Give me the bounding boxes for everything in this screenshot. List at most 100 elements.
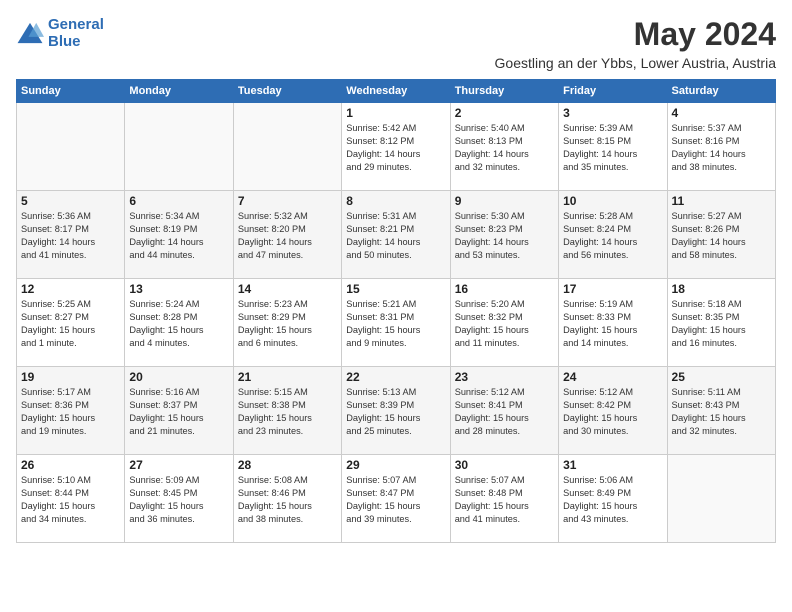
calendar-week-5: 26 Sunrise: 5:10 AM Sunset: 8:44 PM Dayli… (17, 455, 776, 543)
day-number: 2 (455, 106, 554, 120)
day-number: 13 (129, 282, 228, 296)
day-number: 14 (238, 282, 337, 296)
day-info: Sunrise: 5:37 AM Sunset: 8:16 PM Dayligh… (672, 122, 771, 174)
calendar-cell: 20Sunrise: 5:16 AM Sunset: 8:37 PM Dayli… (125, 367, 233, 455)
day-number: 29 (346, 458, 445, 472)
calendar-cell (233, 103, 341, 191)
day-info: Sunrise: 5:09 AM Sunset: 8:45 PM Dayligh… (129, 474, 228, 526)
calendar-cell: 25 Sunrise: 5:11 AM Sunset: 8:43 PM Dayli… (667, 367, 775, 455)
day-info: Sunrise: 5:42 AM Sunset: 8:12 PM Dayligh… (346, 122, 445, 174)
day-info: Sunrise: 5:20 AM Sunset: 8:32 PM Dayligh… (455, 298, 554, 350)
day-info: Sunrise: 5:06 AM Sunset: 8:49 PM Dayligh… (563, 474, 662, 526)
location-title: Goestling an der Ybbs, Lower Austria, Au… (495, 55, 776, 71)
day-number: 21 (238, 370, 337, 384)
calendar-cell: 8Sunrise: 5:31 AM Sunset: 8:21 PM Daylig… (342, 191, 450, 279)
calendar-cell: 11Sunrise: 5:27 AM Sunset: 8:26 PM Dayli… (667, 191, 775, 279)
day-info: Sunrise: 5:24 AM Sunset: 8:28 PM Dayligh… (129, 298, 228, 350)
day-number: 4 (672, 106, 771, 120)
calendar-cell: 28 Sunrise: 5:08 AM Sunset: 8:46 PM Dayli… (233, 455, 341, 543)
calendar-cell: 3Sunrise: 5:39 AM Sunset: 8:15 PM Daylig… (559, 103, 667, 191)
day-info: Sunrise: 5:19 AM Sunset: 8:33 PM Dayligh… (563, 298, 662, 350)
day-info: Sunrise: 5:10 AM Sunset: 8:44 PM Dayligh… (21, 474, 120, 526)
calendar-cell (667, 455, 775, 543)
col-wednesday: Wednesday (342, 80, 450, 103)
day-info: Sunrise: 5:36 AM Sunset: 8:17 PM Dayligh… (21, 210, 120, 262)
day-info: Sunrise: 5:28 AM Sunset: 8:24 PM Dayligh… (563, 210, 662, 262)
col-sunday: Sunday (17, 80, 125, 103)
calendar-cell: 5 Sunrise: 5:36 AM Sunset: 8:17 PM Daylig… (17, 191, 125, 279)
calendar-cell: 12 Sunrise: 5:25 AM Sunset: 8:27 PM Dayli… (17, 279, 125, 367)
day-number: 26 (21, 458, 120, 472)
day-info: Sunrise: 5:32 AM Sunset: 8:20 PM Dayligh… (238, 210, 337, 262)
day-number: 30 (455, 458, 554, 472)
calendar-cell: 23 Sunrise: 5:12 AM Sunset: 8:41 PM Dayli… (450, 367, 558, 455)
calendar-cell: 24 Sunrise: 5:12 AM Sunset: 8:42 PM Dayli… (559, 367, 667, 455)
calendar-cell: 1 Sunrise: 5:42 AM Sunset: 8:12 PM Daylig… (342, 103, 450, 191)
calendar-week-2: 5 Sunrise: 5:36 AM Sunset: 8:17 PM Daylig… (17, 191, 776, 279)
day-info: Sunrise: 5:17 AM Sunset: 8:36 PM Dayligh… (21, 386, 120, 438)
day-info: Sunrise: 5:13 AM Sunset: 8:39 PM Dayligh… (346, 386, 445, 438)
calendar-cell: 15Sunrise: 5:21 AM Sunset: 8:31 PM Dayli… (342, 279, 450, 367)
day-number: 9 (455, 194, 554, 208)
calendar-cell (17, 103, 125, 191)
calendar-header: Sunday Monday Tuesday Wednesday Thursday… (17, 80, 776, 103)
day-number: 22 (346, 370, 445, 384)
calendar-cell: 19 Sunrise: 5:17 AM Sunset: 8:36 PM Dayli… (17, 367, 125, 455)
calendar-cell: 30Sunrise: 5:07 AM Sunset: 8:48 PM Dayli… (450, 455, 558, 543)
calendar-table: Sunday Monday Tuesday Wednesday Thursday… (16, 79, 776, 543)
day-number: 31 (563, 458, 662, 472)
day-number: 17 (563, 282, 662, 296)
calendar-cell: 4 Sunrise: 5:37 AM Sunset: 8:16 PM Daylig… (667, 103, 775, 191)
calendar-cell: 13 Sunrise: 5:24 AM Sunset: 8:28 PM Dayli… (125, 279, 233, 367)
day-info: Sunrise: 5:11 AM Sunset: 8:43 PM Dayligh… (672, 386, 771, 438)
day-number: 28 (238, 458, 337, 472)
day-info: Sunrise: 5:40 AM Sunset: 8:13 PM Dayligh… (455, 122, 554, 174)
day-number: 12 (21, 282, 120, 296)
calendar-cell: 14 Sunrise: 5:23 AM Sunset: 8:29 PM Dayli… (233, 279, 341, 367)
day-info: Sunrise: 5:39 AM Sunset: 8:15 PM Dayligh… (563, 122, 662, 174)
day-info: Sunrise: 5:23 AM Sunset: 8:29 PM Dayligh… (238, 298, 337, 350)
col-tuesday: Tuesday (233, 80, 341, 103)
day-info: Sunrise: 5:27 AM Sunset: 8:26 PM Dayligh… (672, 210, 771, 262)
calendar-cell: 22 Sunrise: 5:13 AM Sunset: 8:39 PM Dayli… (342, 367, 450, 455)
day-number: 1 (346, 106, 445, 120)
day-info: Sunrise: 5:16 AM Sunset: 8:37 PM Dayligh… (129, 386, 228, 438)
calendar-cell: 2 Sunrise: 5:40 AM Sunset: 8:13 PM Daylig… (450, 103, 558, 191)
calendar-cell: 21 Sunrise: 5:15 AM Sunset: 8:38 PM Dayli… (233, 367, 341, 455)
col-friday: Friday (559, 80, 667, 103)
day-number: 5 (21, 194, 120, 208)
day-info: Sunrise: 5:08 AM Sunset: 8:46 PM Dayligh… (238, 474, 337, 526)
day-info: Sunrise: 5:18 AM Sunset: 8:35 PM Dayligh… (672, 298, 771, 350)
calendar-cell: 26 Sunrise: 5:10 AM Sunset: 8:44 PM Dayli… (17, 455, 125, 543)
logo: General Blue (16, 16, 104, 50)
day-info: Sunrise: 5:34 AM Sunset: 8:19 PM Dayligh… (129, 210, 228, 262)
calendar-week-1: 1 Sunrise: 5:42 AM Sunset: 8:12 PM Daylig… (17, 103, 776, 191)
day-info: Sunrise: 5:12 AM Sunset: 8:41 PM Dayligh… (455, 386, 554, 438)
calendar-cell (125, 103, 233, 191)
day-number: 19 (21, 370, 120, 384)
day-number: 6 (129, 194, 228, 208)
day-number: 23 (455, 370, 554, 384)
day-info: Sunrise: 5:15 AM Sunset: 8:38 PM Dayligh… (238, 386, 337, 438)
month-title: May 2024 (495, 16, 776, 53)
day-number: 8 (346, 194, 445, 208)
calendar-cell: 16Sunrise: 5:20 AM Sunset: 8:32 PM Dayli… (450, 279, 558, 367)
day-number: 15 (346, 282, 445, 296)
col-monday: Monday (125, 80, 233, 103)
day-info: Sunrise: 5:07 AM Sunset: 8:47 PM Dayligh… (346, 474, 445, 526)
day-number: 25 (672, 370, 771, 384)
page-header: General Blue May 2024 Goestling an der Y… (16, 16, 776, 71)
calendar-cell: 29 Sunrise: 5:07 AM Sunset: 8:47 PM Dayli… (342, 455, 450, 543)
calendar-cell: 7Sunrise: 5:32 AM Sunset: 8:20 PM Daylig… (233, 191, 341, 279)
calendar-cell: 18 Sunrise: 5:18 AM Sunset: 8:35 PM Dayli… (667, 279, 775, 367)
day-number: 18 (672, 282, 771, 296)
calendar-week-3: 12 Sunrise: 5:25 AM Sunset: 8:27 PM Dayli… (17, 279, 776, 367)
day-info: Sunrise: 5:30 AM Sunset: 8:23 PM Dayligh… (455, 210, 554, 262)
header-row: Sunday Monday Tuesday Wednesday Thursday… (17, 80, 776, 103)
calendar-cell: 31 Sunrise: 5:06 AM Sunset: 8:49 PM Dayli… (559, 455, 667, 543)
day-number: 24 (563, 370, 662, 384)
title-block: May 2024 Goestling an der Ybbs, Lower Au… (495, 16, 776, 71)
day-info: Sunrise: 5:12 AM Sunset: 8:42 PM Dayligh… (563, 386, 662, 438)
logo-text: General Blue (48, 16, 104, 50)
day-info: Sunrise: 5:25 AM Sunset: 8:27 PM Dayligh… (21, 298, 120, 350)
